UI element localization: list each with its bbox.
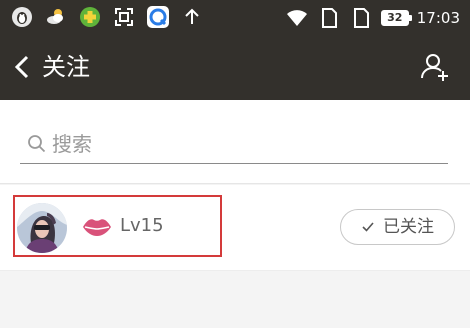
nav-bar: 关注	[0, 34, 470, 100]
weather-icon	[47, 9, 63, 24]
add-user-icon	[421, 54, 448, 81]
upload-arrow-icon	[185, 8, 199, 24]
status-bar-right: 32 17:03	[285, 6, 460, 30]
followed-label: 已关注	[383, 217, 434, 237]
back-button[interactable]	[8, 50, 36, 84]
search-icon	[28, 134, 46, 152]
lips-icon	[83, 219, 111, 236]
status-bar: 32 17:03	[0, 0, 470, 34]
battery-icon: 32	[380, 10, 412, 26]
battery-nub	[408, 15, 412, 21]
sim-2-icon	[353, 8, 369, 28]
status-bar-left	[10, 5, 204, 29]
list-item[interactable]: Lv15 已关注	[0, 185, 470, 271]
sim-1-icon	[321, 8, 337, 28]
avatar[interactable]	[17, 203, 67, 253]
app-q-icon	[147, 6, 169, 28]
search-placeholder: 搜索	[52, 131, 92, 156]
user-level: Lv15	[120, 215, 164, 236]
add-user-button[interactable]	[418, 50, 452, 84]
search-section: 搜索	[0, 100, 470, 184]
qq-penguin-icon	[12, 7, 32, 27]
search-input[interactable]: 搜索	[20, 124, 448, 164]
wifi-icon	[286, 10, 307, 26]
followed-button[interactable]: 已关注	[340, 209, 455, 245]
scan-icon	[115, 8, 133, 26]
chevron-left-icon	[14, 55, 29, 79]
status-time: 17:03	[416, 9, 460, 27]
game-icon	[80, 7, 100, 27]
check-icon	[362, 222, 374, 232]
page-title: 关注	[42, 53, 90, 81]
battery-level: 32	[387, 11, 403, 24]
